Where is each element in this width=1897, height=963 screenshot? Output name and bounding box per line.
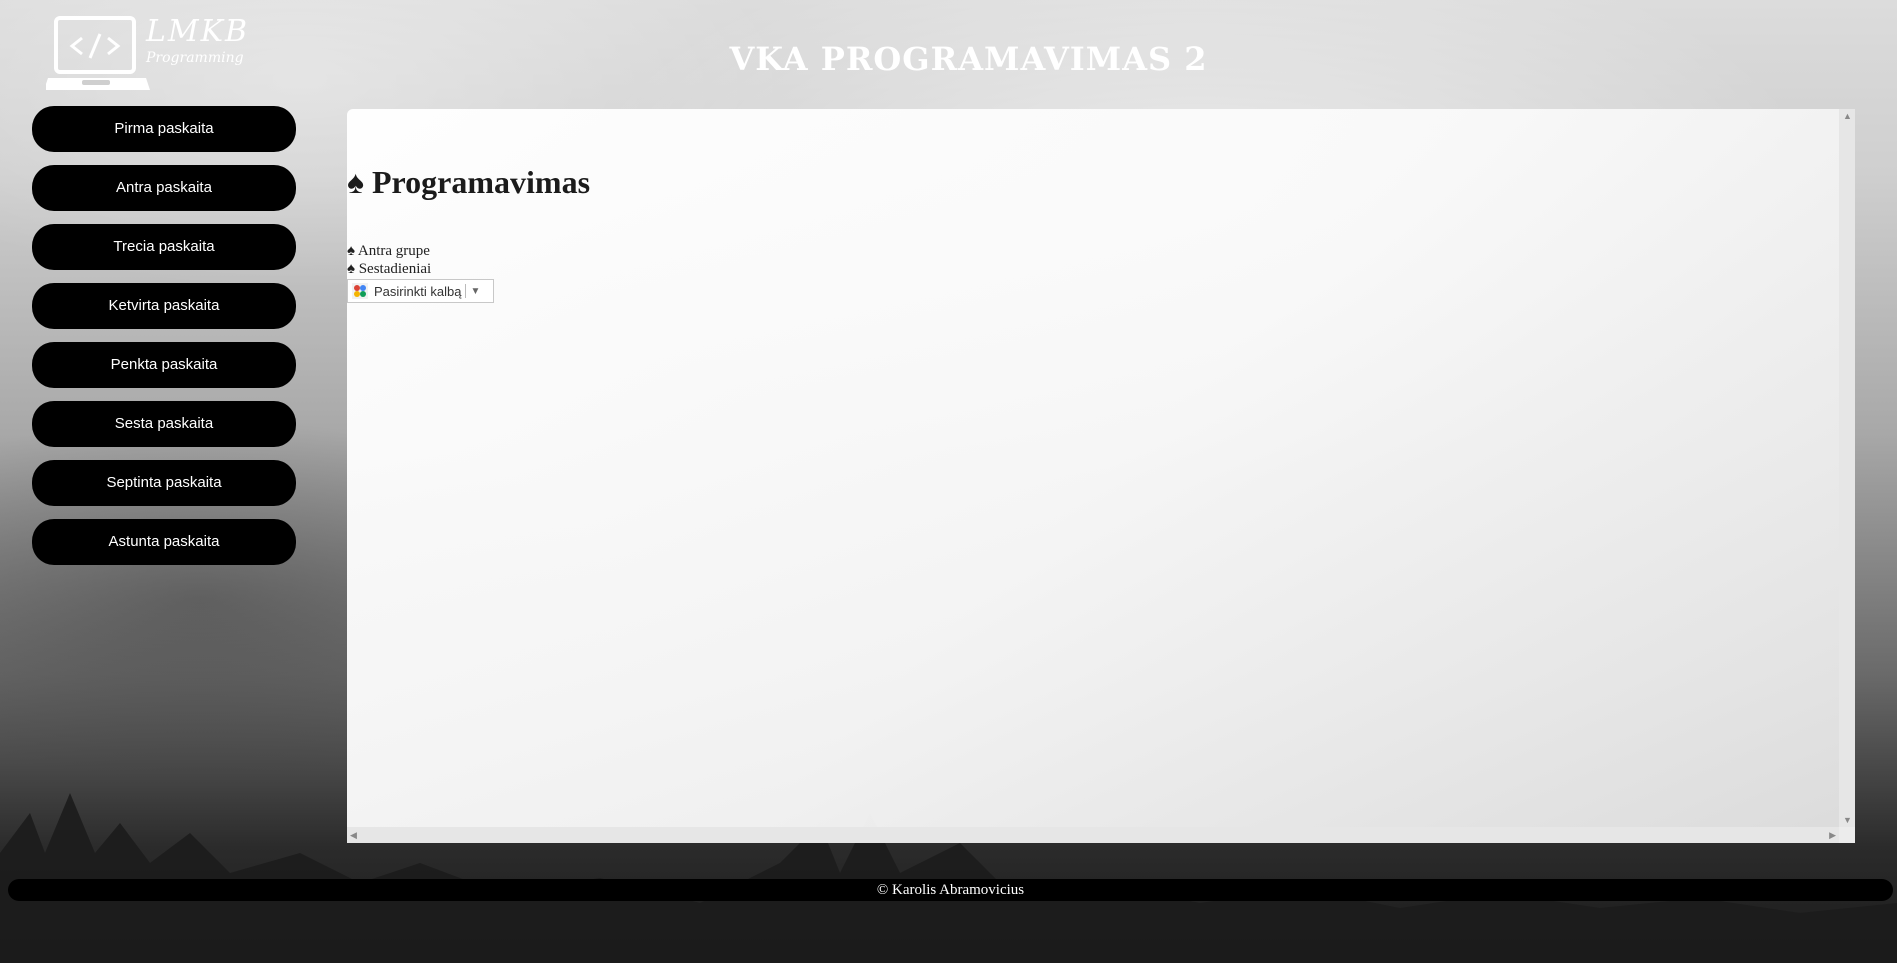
sidebar-item-sesta[interactable]: Sesta paskaita (32, 401, 296, 447)
sidebar-item-antra[interactable]: Antra paskaita (32, 165, 296, 211)
scroll-left-icon[interactable]: ◀ (350, 830, 357, 841)
scroll-down-icon[interactable]: ▼ (1843, 815, 1852, 825)
language-select-label: Pasirinkti kalbą (374, 283, 462, 299)
google-translate-icon (352, 283, 368, 299)
divider (465, 284, 467, 298)
content-links: ♠ Antra grupe ♠ Sestadieniai (347, 242, 431, 278)
sidebar-item-ketvirta[interactable]: Ketvirta paskaita (32, 283, 296, 329)
sidebar-item-penkta[interactable]: Penkta paskaita (32, 342, 296, 388)
footer: © Karolis Abramovicius (8, 879, 1893, 901)
sidebar-item-trecia[interactable]: Trecia paskaita (32, 224, 296, 270)
content-heading: ♠ Programavimas (347, 164, 591, 200)
sidebar-item-pirma[interactable]: Pirma paskaita (32, 106, 296, 152)
language-select[interactable]: Pasirinkti kalbą ▼ (347, 279, 494, 303)
link-sestadieniai[interactable]: ♠ Sestadieniai (347, 260, 431, 278)
scrollbar-corner (1839, 827, 1855, 843)
link-antra-grupe[interactable]: ♠ Antra grupe (347, 242, 431, 260)
scroll-right-icon[interactable]: ▶ (1829, 830, 1836, 841)
sidebar-item-astunta[interactable]: Astunta paskaita (32, 519, 296, 565)
content-area: ♠ Programavimas ♠ Antra grupe ♠ Sestadie… (347, 109, 1839, 827)
content-frame: ♠ Programavimas ♠ Antra grupe ♠ Sestadie… (347, 109, 1855, 843)
scroll-up-icon[interactable]: ▲ (1843, 111, 1852, 121)
horizontal-scrollbar[interactable]: ◀ ▶ (347, 827, 1839, 843)
sidebar-item-septinta[interactable]: Septinta paskaita (32, 460, 296, 506)
sidebar-nav: Pirma paskaita Antra paskaita Trecia pas… (32, 106, 296, 578)
page-title: VKA PROGRAMAVIMAS 2 (729, 40, 1208, 78)
vertical-scrollbar[interactable]: ▲ ▼ (1839, 109, 1855, 827)
chevron-down-icon: ▼ (470, 285, 481, 297)
